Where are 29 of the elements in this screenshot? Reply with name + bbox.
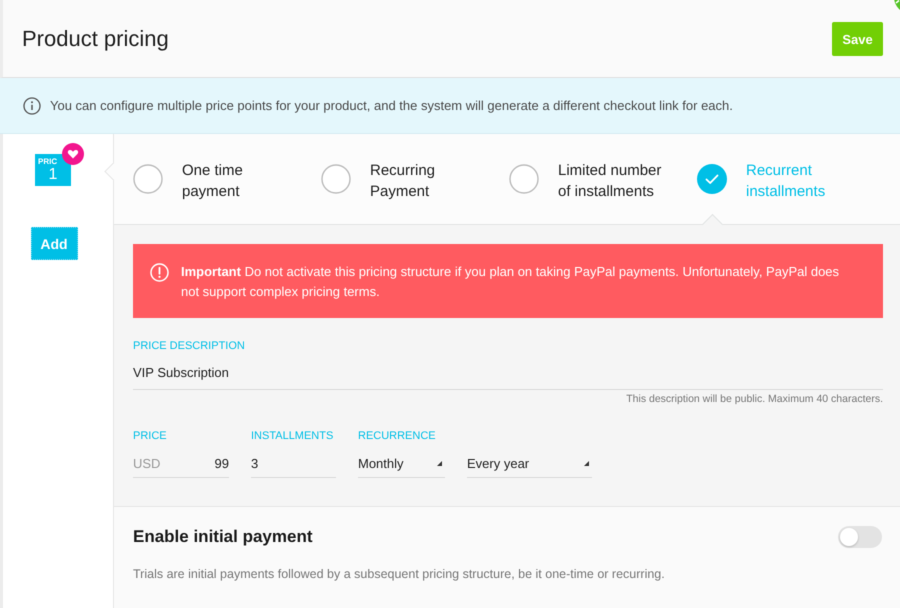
radio-button[interactable]	[133, 164, 163, 194]
period-select[interactable]: Every year	[467, 452, 592, 478]
section-title: Enable initial payment	[133, 527, 312, 547]
field-label: PRICE	[133, 429, 168, 443]
section-description: Trials are initial payments followed by a subsequent pricing structure, be it one-time or recurring.	[133, 567, 666, 581]
info-icon	[23, 96, 41, 114]
installments-field[interactable]: 3	[251, 452, 336, 478]
caret-icon	[584, 461, 589, 466]
alert-text: Important Do not activate this pricing structure if you plan on taking PayPal payments. Unfortunately, PayPal does not support complex pricing terms.	[181, 263, 840, 301]
recurrence-select[interactable]: Monthly	[358, 452, 445, 478]
toggle-switch[interactable]	[838, 526, 882, 548]
price-field[interactable]: USD 99	[133, 452, 229, 478]
info-text: You can configure multiple price points for your product, and the system will generate a different checkout link for each.	[50, 98, 733, 113]
field-label: PRICE DESCRIPTION	[133, 339, 246, 353]
page-title: Product pricing	[22, 26, 169, 52]
field-label: RECURRENCE	[358, 429, 437, 443]
currency-label: USD	[133, 455, 160, 472]
field-hint: This description will be public. Maximum 40 characters.	[626, 393, 883, 405]
radio-button[interactable]	[697, 164, 727, 194]
radio-button[interactable]	[509, 164, 539, 194]
alert-icon	[150, 263, 169, 282]
field-label: INSTALLMENTS	[251, 429, 334, 443]
radio-button[interactable]	[321, 164, 351, 194]
heart-badge-icon	[62, 143, 84, 165]
option-label[interactable]: Limited number of installments	[558, 160, 676, 202]
option-label[interactable]: Recurring Payment	[370, 160, 488, 202]
option-label[interactable]: One time payment	[182, 160, 300, 202]
description-field[interactable]: VIP Subscription	[133, 361, 883, 390]
caret-icon	[437, 461, 442, 466]
